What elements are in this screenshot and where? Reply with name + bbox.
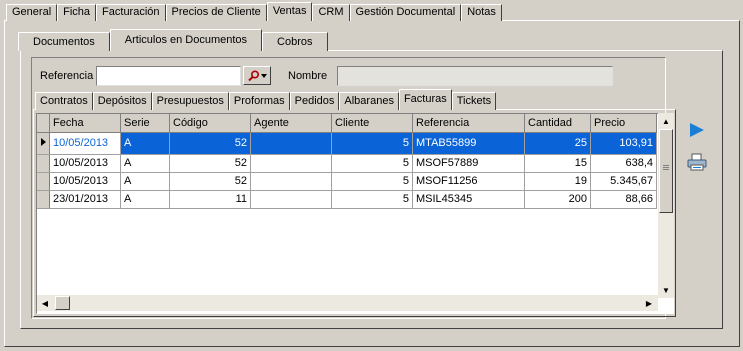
lookup-button[interactable] <box>243 66 271 85</box>
tab-crm[interactable]: CRM <box>312 4 350 21</box>
tab-cobros[interactable]: Cobros <box>262 32 328 51</box>
table-row[interactable]: 10/05/2013 A 52 5 MTAB55899 25 103,91 <box>37 132 657 155</box>
cell-serie[interactable]: A <box>120 172 170 191</box>
tab-facturas[interactable]: Facturas <box>398 89 452 110</box>
current-row-arrow-icon <box>41 137 46 146</box>
column-header-precio[interactable]: Precio <box>590 114 657 133</box>
cell-codigo[interactable]: 52 <box>169 154 251 173</box>
horizontal-scrollbar[interactable]: ◀ ▶ <box>37 295 658 311</box>
referencia-input[interactable] <box>96 66 241 86</box>
cell-referencia[interactable]: MSOF57889 <box>412 154 525 173</box>
cell-agente[interactable] <box>250 154 332 173</box>
cell-precio[interactable]: 638,4 <box>590 154 657 173</box>
tab-tickets[interactable]: Tickets <box>451 92 497 110</box>
tab-gestion-documental[interactable]: Gestión Documental <box>349 4 462 21</box>
table-row[interactable]: 10/05/2013 A 52 5 MSOF57889 15 638,4 <box>37 154 657 173</box>
tab-depositos[interactable]: Depósitos <box>92 92 152 110</box>
cell-referencia[interactable]: MSIL45345 <box>412 190 525 209</box>
cell-agente[interactable] <box>250 172 332 191</box>
table-row[interactable]: 23/01/2013 A 11 5 MSIL45345 200 88,66 <box>37 190 657 209</box>
horizontal-scroll-thumb[interactable] <box>55 296 70 310</box>
cell-cliente[interactable]: 5 <box>331 132 413 155</box>
column-header-agente[interactable]: Agente <box>250 114 332 133</box>
cell-referencia[interactable]: MSOF11256 <box>412 172 525 191</box>
tab-presupuestos[interactable]: Presupuestos <box>151 92 229 110</box>
cell-precio[interactable]: 88,66 <box>590 190 657 209</box>
cell-cantidad[interactable]: 15 <box>524 154 591 173</box>
tab-albaranes[interactable]: Albaranes <box>339 92 399 110</box>
doc-tab-strip: Contratos Depósitos Presupuestos Proform… <box>35 89 497 110</box>
cell-fecha[interactable]: 23/01/2013 <box>49 190 121 209</box>
sub-tab-strip: Documentos Articulos en Documentos Cobro… <box>18 29 328 51</box>
cell-agente[interactable] <box>250 132 332 155</box>
cell-codigo[interactable]: 52 <box>169 172 251 191</box>
column-header-codigo[interactable]: Código <box>169 114 251 133</box>
referencia-label: Referencia <box>40 70 94 82</box>
cell-cliente[interactable]: 5 <box>331 172 413 191</box>
cell-cliente[interactable]: 5 <box>331 154 413 173</box>
cell-fecha[interactable]: 10/05/2013 <box>49 154 121 173</box>
tab-documentos[interactable]: Documentos <box>18 32 110 51</box>
main-tab-strip: General Ficha Facturación Precios de Cli… <box>6 2 502 21</box>
cell-precio[interactable]: 5.345,67 <box>590 172 657 191</box>
play-icon <box>690 123 704 137</box>
cell-codigo[interactable]: 11 <box>169 190 251 209</box>
cell-fecha[interactable]: 10/05/2013 <box>49 172 121 191</box>
tab-facturacion[interactable]: Facturación <box>96 4 166 21</box>
cell-agente[interactable] <box>250 190 332 209</box>
column-header-cliente[interactable]: Cliente <box>331 114 413 133</box>
row-indicator <box>37 154 50 173</box>
nombre-field <box>337 66 613 86</box>
nombre-label: Nombre <box>288 70 328 82</box>
row-indicator <box>37 172 50 191</box>
column-header-cantidad[interactable]: Cantidad <box>524 114 591 133</box>
column-header-serie[interactable]: Serie <box>120 114 170 133</box>
tab-precios-de-cliente[interactable]: Precios de Cliente <box>165 4 267 21</box>
cell-cliente[interactable]: 5 <box>331 190 413 209</box>
column-header-referencia[interactable]: Referencia <box>412 114 525 133</box>
tab-general[interactable]: General <box>6 4 58 21</box>
cell-precio[interactable]: 103,91 <box>590 132 657 155</box>
cell-cantidad[interactable]: 25 <box>524 132 591 155</box>
tab-contratos[interactable]: Contratos <box>35 92 93 110</box>
tab-pedidos[interactable]: Pedidos <box>289 92 340 110</box>
cell-cantidad[interactable]: 19 <box>524 172 591 191</box>
tab-ventas[interactable]: Ventas <box>266 2 313 21</box>
cell-serie[interactable]: A <box>120 154 170 173</box>
vertical-scroll-thumb[interactable] <box>659 129 673 213</box>
printer-icon <box>687 153 707 171</box>
scroll-up-arrow-icon[interactable]: ▲ <box>658 114 674 128</box>
print-button[interactable] <box>686 152 708 172</box>
tab-ficha[interactable]: Ficha <box>57 4 97 21</box>
play-button[interactable] <box>687 121 707 139</box>
cell-codigo[interactable]: 52 <box>169 132 251 155</box>
cell-serie[interactable]: A <box>120 190 170 209</box>
row-indicator <box>37 190 50 209</box>
tab-articulos-en-documentos[interactable]: Articulos en Documentos <box>109 29 263 51</box>
cell-fecha[interactable]: 10/05/2013 <box>49 132 121 155</box>
search-icon <box>248 69 267 81</box>
scroll-right-arrow-icon[interactable]: ▶ <box>643 295 655 311</box>
scroll-left-arrow-icon[interactable]: ◀ <box>39 295 51 311</box>
cell-cantidad[interactable]: 200 <box>524 190 591 209</box>
tab-notas[interactable]: Notas <box>461 4 502 21</box>
cell-serie[interactable]: A <box>120 132 170 155</box>
articles-grid[interactable]: Fecha Serie Código Agente Cliente Refere… <box>36 113 674 314</box>
column-header-fecha[interactable]: Fecha <box>49 114 121 133</box>
tab-proformas[interactable]: Proformas <box>228 92 290 110</box>
vertical-scrollbar[interactable]: ▲ ▼ <box>658 113 674 298</box>
row-indicator-header <box>37 114 50 133</box>
row-indicator <box>37 132 50 155</box>
cell-referencia[interactable]: MTAB55899 <box>412 132 525 155</box>
table-row[interactable]: 10/05/2013 A 52 5 MSOF11256 19 5.345,67 <box>37 172 657 191</box>
scroll-down-arrow-icon[interactable]: ▼ <box>658 283 674 297</box>
